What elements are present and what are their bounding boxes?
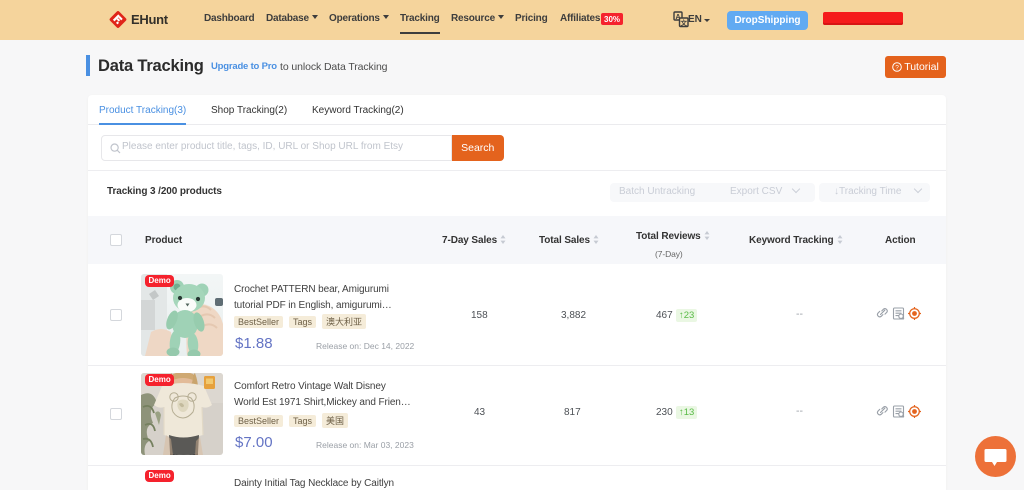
svg-text:文: 文 [680,18,688,27]
svg-text:?: ? [895,64,899,71]
